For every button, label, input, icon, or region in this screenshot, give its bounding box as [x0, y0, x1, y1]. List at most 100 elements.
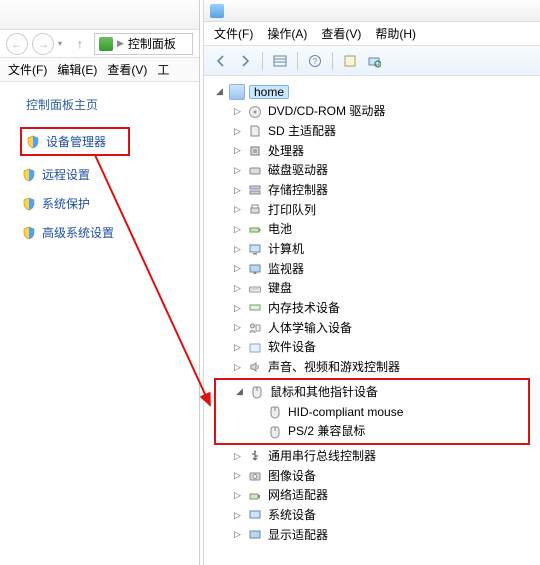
- tree-item-monitor[interactable]: ▷ 监视器: [232, 259, 536, 279]
- expand-toggle[interactable]: ▷: [232, 284, 243, 293]
- expand-toggle[interactable]: ▷: [232, 166, 243, 175]
- expand-toggle[interactable]: ▷: [232, 343, 243, 352]
- expand-toggle[interactable]: ▷: [232, 452, 243, 461]
- sidebar-item-label: 系统保护: [42, 195, 90, 212]
- expand-toggle[interactable]: ▷: [232, 511, 243, 520]
- back-button[interactable]: ←: [6, 33, 28, 55]
- expand-toggle[interactable]: ◢: [234, 387, 245, 396]
- tree-item-label: 存储控制器: [267, 184, 328, 197]
- menu-edit[interactable]: 编辑(E): [57, 61, 97, 78]
- expand-toggle[interactable]: ▷: [232, 471, 243, 480]
- control-panel-window: ← → ▾ ↑ ▶ 控制面板 文件(F) 编辑(E) 查看(V) 工 控制面板主…: [0, 0, 200, 565]
- tree-item-sound[interactable]: ▷ 声音、视频和游戏控制器: [232, 358, 536, 378]
- mouse-icon: [249, 384, 265, 400]
- expand-toggle[interactable]: ▷: [232, 127, 243, 136]
- tree-item-label: 声音、视频和游戏控制器: [267, 361, 400, 374]
- control-panel-sidebar: 控制面板主页 设备管理器 远程设置 系统保护 高级系统设置: [0, 82, 199, 243]
- tree-item-label: 显示适配器: [267, 529, 328, 542]
- sidebar-item-label: 高级系统设置: [42, 224, 114, 241]
- expand-toggle[interactable]: ▷: [232, 186, 243, 195]
- tree-item-sd[interactable]: ▷ SD 主适配器: [232, 121, 536, 141]
- menu-action[interactable]: 操作(A): [267, 25, 307, 42]
- toolbar: ?: [204, 46, 540, 76]
- tree-item-system[interactable]: ▷ 系统设备: [232, 505, 536, 525]
- disk-drive-icon: [247, 163, 263, 179]
- up-button[interactable]: ↑: [70, 34, 90, 54]
- sidebar-item-remote-settings[interactable]: 远程设置: [20, 164, 189, 185]
- back-icon[interactable]: [212, 52, 230, 70]
- control-panel-icon: [99, 37, 113, 51]
- scan-hardware-icon[interactable]: [365, 52, 383, 70]
- detail-view-icon[interactable]: [271, 52, 289, 70]
- tree-item-hid-mouse[interactable]: HID-compliant mouse: [252, 402, 528, 422]
- tree-item-label: HID-compliant mouse: [287, 406, 403, 419]
- menu-view[interactable]: 查看(V): [321, 25, 361, 42]
- expand-toggle[interactable]: ▷: [232, 245, 243, 254]
- tree-root[interactable]: ◢ home: [214, 82, 536, 102]
- computer-icon: [247, 241, 263, 257]
- tree-item-computer[interactable]: ▷ 计算机: [232, 240, 536, 260]
- expand-toggle[interactable]: ▷: [232, 323, 243, 332]
- tree-item-dvd[interactable]: ▷ DVD/CD-ROM 驱动器: [232, 102, 536, 122]
- expand-toggle[interactable]: ▷: [232, 363, 243, 372]
- sidebar-item-device-manager[interactable]: 设备管理器: [20, 127, 130, 156]
- tree-item-display[interactable]: ▷ 显示适配器: [232, 525, 536, 545]
- tree-item-label: PS/2 兼容鼠标: [287, 425, 365, 438]
- address-text: 控制面板: [128, 35, 176, 52]
- tree-item-mouse-category[interactable]: ◢ 鼠标和其他指针设备: [234, 382, 528, 402]
- forward-button[interactable]: →: [32, 33, 54, 55]
- tree-item-imaging[interactable]: ▷ 图像设备: [232, 466, 536, 486]
- tree-item-usb[interactable]: ▷ 通用串行总线控制器: [232, 446, 536, 466]
- sidebar-item-advanced-settings[interactable]: 高级系统设置: [20, 222, 189, 243]
- separator: [262, 52, 263, 70]
- expand-toggle[interactable]: ▷: [232, 225, 243, 234]
- tree-item-ps2-mouse[interactable]: PS/2 兼容鼠标: [252, 422, 528, 442]
- sidebar-title[interactable]: 控制面板主页: [26, 96, 189, 113]
- expand-toggle[interactable]: ▷: [232, 264, 243, 273]
- tree-item-softdev[interactable]: ▷ 软件设备: [232, 338, 536, 358]
- sidebar-item-system-protection[interactable]: 系统保护: [20, 193, 189, 214]
- address-bar[interactable]: ▶ 控制面板: [94, 33, 193, 55]
- help-icon[interactable]: ?: [306, 52, 324, 70]
- expand-toggle[interactable]: ▷: [232, 146, 243, 155]
- tree-item-storage[interactable]: ▷ 存储控制器: [232, 180, 536, 200]
- tree-item-memtech[interactable]: ▷ 内存技术设备: [232, 299, 536, 319]
- battery-icon: [247, 222, 263, 238]
- printer-icon: [247, 202, 263, 218]
- menu-file[interactable]: 文件(F): [214, 25, 253, 42]
- menu-tools[interactable]: 工: [157, 61, 169, 78]
- disc-drive-icon: [247, 104, 263, 120]
- tree-item-label: 键盘: [267, 282, 292, 295]
- memory-icon: [247, 300, 263, 316]
- shield-icon: [22, 197, 36, 211]
- expand-toggle[interactable]: ▷: [232, 530, 243, 539]
- menu-bar: 文件(F) 编辑(E) 查看(V) 工: [0, 58, 199, 82]
- tree-item-battery[interactable]: ▷ 电池: [232, 220, 536, 240]
- menu-view[interactable]: 查看(V): [107, 61, 147, 78]
- tree-item-label: 图像设备: [267, 470, 316, 483]
- expand-toggle[interactable]: ▷: [232, 304, 243, 313]
- computer-icon: [229, 84, 245, 100]
- tree-item-label: 人体学输入设备: [267, 322, 352, 335]
- tree-item-network[interactable]: ▷ 网络适配器: [232, 486, 536, 506]
- tree-item-printq[interactable]: ▷ 打印队列: [232, 200, 536, 220]
- navigation-bar: ← → ▾ ↑ ▶ 控制面板: [0, 30, 199, 58]
- tree-item-keyboard[interactable]: ▷ 键盘: [232, 279, 536, 299]
- sidebar-item-label: 设备管理器: [46, 133, 106, 150]
- forward-icon[interactable]: [236, 52, 254, 70]
- tree-item-disk[interactable]: ▷ 磁盘驱动器: [232, 161, 536, 181]
- tree-item-hid[interactable]: ▷ 人体学输入设备: [232, 318, 536, 338]
- history-dropdown[interactable]: ▾: [58, 39, 66, 48]
- expand-toggle[interactable]: ◢: [214, 87, 225, 96]
- menu-file[interactable]: 文件(F): [8, 61, 47, 78]
- tree-item-cpu[interactable]: ▷ 处理器: [232, 141, 536, 161]
- menu-help[interactable]: 帮助(H): [375, 25, 416, 42]
- expand-toggle[interactable]: ▷: [232, 107, 243, 116]
- expand-toggle[interactable]: ▷: [232, 491, 243, 500]
- separator: [297, 52, 298, 70]
- properties-icon[interactable]: [341, 52, 359, 70]
- tree-item-label: SD 主适配器: [267, 125, 336, 138]
- tree-item-label: 监视器: [267, 263, 304, 276]
- display-adapter-icon: [247, 527, 263, 543]
- expand-toggle[interactable]: ▷: [232, 205, 243, 214]
